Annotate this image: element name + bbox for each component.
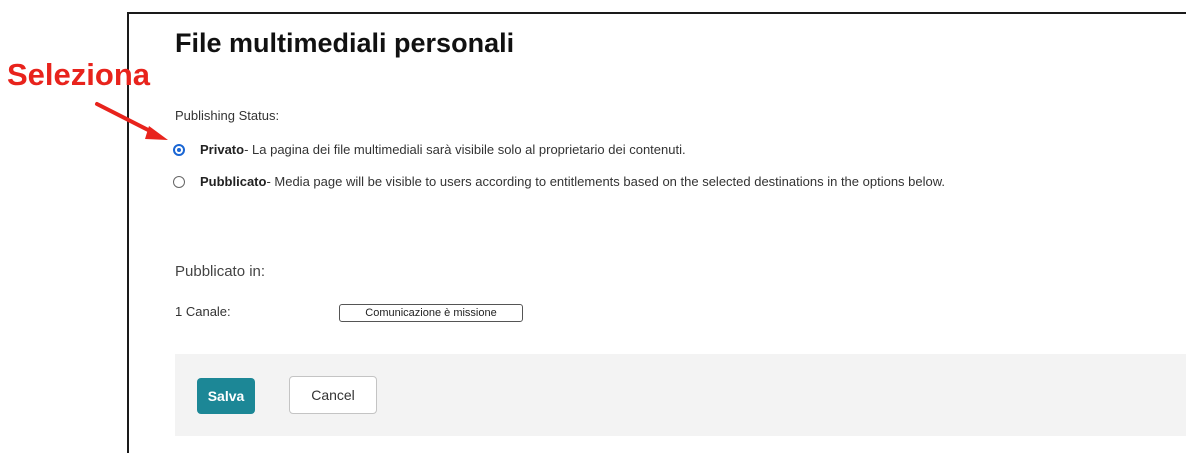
- published-in-heading: Pubblicato in:: [175, 263, 266, 280]
- radio-option-private[interactable]: Privato - La pagina dei file multimedial…: [173, 142, 686, 157]
- channel-pill[interactable]: Comunicazione è missione: [339, 304, 523, 322]
- radio-option-published[interactable]: Pubblicato - Media page will be visible …: [173, 174, 945, 189]
- save-button[interactable]: Salva: [197, 378, 255, 414]
- media-settings-panel: File multimediali personali Publishing S…: [127, 12, 1186, 453]
- published-option-title: Pubblicato: [200, 174, 267, 189]
- published-option-description: - Media page will be visible to users ac…: [266, 174, 946, 189]
- page-title: File multimediali personali: [175, 28, 515, 58]
- published-radio-button[interactable]: [173, 175, 185, 188]
- callout-arrow-icon: [95, 102, 168, 140]
- channel-count-label: 1 Canale:: [175, 304, 231, 319]
- cancel-button[interactable]: Cancel: [289, 376, 377, 414]
- form-actions-bar: Salva Cancel: [175, 354, 1186, 436]
- private-option-title: Privato: [200, 142, 245, 157]
- private-option-description: - La pagina dei file multimediali sarà v…: [244, 142, 686, 157]
